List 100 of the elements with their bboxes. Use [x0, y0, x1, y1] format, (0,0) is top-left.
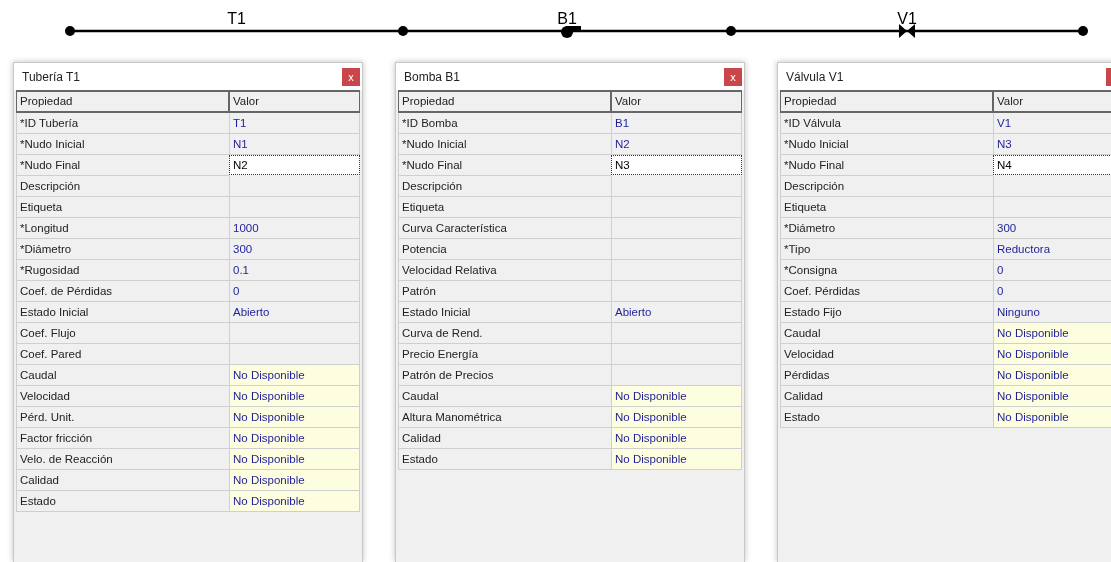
- panel-title: Bomba B1: [404, 69, 461, 84]
- property-cell: Patrón: [398, 281, 611, 302]
- value-cell: Abierto: [611, 302, 742, 323]
- property-cell: *Nudo Inicial: [780, 134, 993, 155]
- result-cell: No Disponible: [611, 428, 742, 449]
- column-header[interactable]: Valor: [229, 90, 360, 113]
- property-cell: Velocidad: [780, 344, 993, 365]
- value-cell: 1000: [229, 218, 360, 239]
- property-cell: Estado Fijo: [780, 302, 993, 323]
- property-cell: *Consigna: [780, 260, 993, 281]
- property-cell: Curva Característica: [398, 218, 611, 239]
- result-cell: No Disponible: [993, 365, 1111, 386]
- value-cell: Abierto: [229, 302, 360, 323]
- property-cell: Velocidad: [16, 386, 229, 407]
- node-dot[interactable]: [398, 26, 408, 36]
- value-cell: N3: [993, 134, 1111, 155]
- property-cell: *Nudo Final: [780, 155, 993, 176]
- node-dot[interactable]: [65, 26, 75, 36]
- node-dot[interactable]: [726, 26, 736, 36]
- result-cell: No Disponible: [611, 407, 742, 428]
- property-cell: Curva de Rend.: [398, 323, 611, 344]
- property-cell: Coef. de Pérdidas: [16, 281, 229, 302]
- property-cell: *Nudo Final: [398, 155, 611, 176]
- value-cell: N1: [229, 134, 360, 155]
- value-cell: T1: [229, 113, 360, 134]
- input-field[interactable]: N4: [993, 155, 1111, 175]
- property-cell: Caudal: [780, 323, 993, 344]
- property-cell: Estado Inicial: [398, 302, 611, 323]
- property-cell: Descripción: [780, 176, 993, 197]
- result-cell: No Disponible: [229, 428, 360, 449]
- property-cell: Pérd. Unit.: [16, 407, 229, 428]
- property-cell: *ID Válvula: [780, 113, 993, 134]
- property-cell: Descripción: [16, 176, 229, 197]
- property-cell: Velo. de Reacción: [16, 449, 229, 470]
- close-button[interactable]: x: [724, 67, 742, 86]
- property-cell: Etiqueta: [780, 197, 993, 218]
- property-cell: Estado Inicial: [16, 302, 229, 323]
- column-header[interactable]: Valor: [993, 90, 1111, 113]
- result-cell: No Disponible: [611, 449, 742, 470]
- property-cell: *ID Bomba: [398, 113, 611, 134]
- property-cell: Estado: [780, 407, 993, 428]
- property-cell: Patrón de Precios: [398, 365, 611, 386]
- property-cell: Estado: [16, 491, 229, 512]
- column-header[interactable]: Valor: [611, 90, 742, 113]
- panel-title: Válvula V1: [786, 69, 844, 84]
- node-dot[interactable]: [1078, 26, 1088, 36]
- result-cell: No Disponible: [993, 386, 1111, 407]
- property-cell: Pérdidas: [780, 365, 993, 386]
- panel-title: Tubería T1: [22, 69, 81, 84]
- property-cell: *Nudo Inicial: [16, 134, 229, 155]
- value-cell: 300: [993, 218, 1111, 239]
- value-cell: 0.1: [229, 260, 360, 281]
- property-cell: *Rugosidad: [16, 260, 229, 281]
- property-cell: Coef. Pérdidas: [780, 281, 993, 302]
- link-label: B1: [557, 10, 577, 27]
- property-cell: *Diámetro: [16, 239, 229, 260]
- result-cell: No Disponible: [993, 323, 1111, 344]
- input-field[interactable]: N2: [229, 155, 360, 175]
- result-cell: No Disponible: [993, 344, 1111, 365]
- property-cell: Coef. Flujo: [16, 323, 229, 344]
- valve-icon: [899, 24, 915, 38]
- property-cell: Etiqueta: [398, 197, 611, 218]
- result-cell: No Disponible: [993, 407, 1111, 428]
- value-cell: B1: [611, 113, 742, 134]
- property-cell: Caudal: [398, 386, 611, 407]
- value-cell: N2: [611, 134, 742, 155]
- input-field[interactable]: N3: [611, 155, 742, 175]
- property-cell: Precio Energía: [398, 344, 611, 365]
- column-header[interactable]: Propiedad: [398, 90, 611, 113]
- property-cell: Calidad: [398, 428, 611, 449]
- property-cell: Caudal: [16, 365, 229, 386]
- value-cell: 0: [993, 281, 1111, 302]
- property-cell: *Tipo: [780, 239, 993, 260]
- column-header[interactable]: Propiedad: [16, 90, 229, 113]
- value-cell: 0: [993, 260, 1111, 281]
- property-cell: Altura Manométrica: [398, 407, 611, 428]
- property-cell: *Nudo Inicial: [398, 134, 611, 155]
- pump-icon: [561, 26, 581, 38]
- property-cell: *ID Tubería: [16, 113, 229, 134]
- column-header[interactable]: Propiedad: [780, 90, 993, 113]
- link-label: T1: [227, 10, 246, 27]
- value-cell: V1: [993, 113, 1111, 134]
- result-cell: No Disponible: [229, 407, 360, 428]
- close-button[interactable]: x: [342, 67, 360, 86]
- result-cell: No Disponible: [229, 491, 360, 512]
- result-cell: No Disponible: [611, 386, 742, 407]
- value-cell: Ninguno: [993, 302, 1111, 323]
- result-cell: No Disponible: [229, 449, 360, 470]
- property-cell: Etiqueta: [16, 197, 229, 218]
- property-cell: Factor fricción: [16, 428, 229, 449]
- result-cell: No Disponible: [229, 365, 360, 386]
- property-cell: Coef. Pared: [16, 344, 229, 365]
- link-label: V1: [897, 10, 917, 27]
- property-cell: *Longitud: [16, 218, 229, 239]
- property-cell: Calidad: [780, 386, 993, 407]
- result-cell: No Disponible: [229, 386, 360, 407]
- property-cell: Potencia: [398, 239, 611, 260]
- property-cell: Velocidad Relativa: [398, 260, 611, 281]
- value-cell: Reductora: [993, 239, 1111, 260]
- property-cell: Calidad: [16, 470, 229, 491]
